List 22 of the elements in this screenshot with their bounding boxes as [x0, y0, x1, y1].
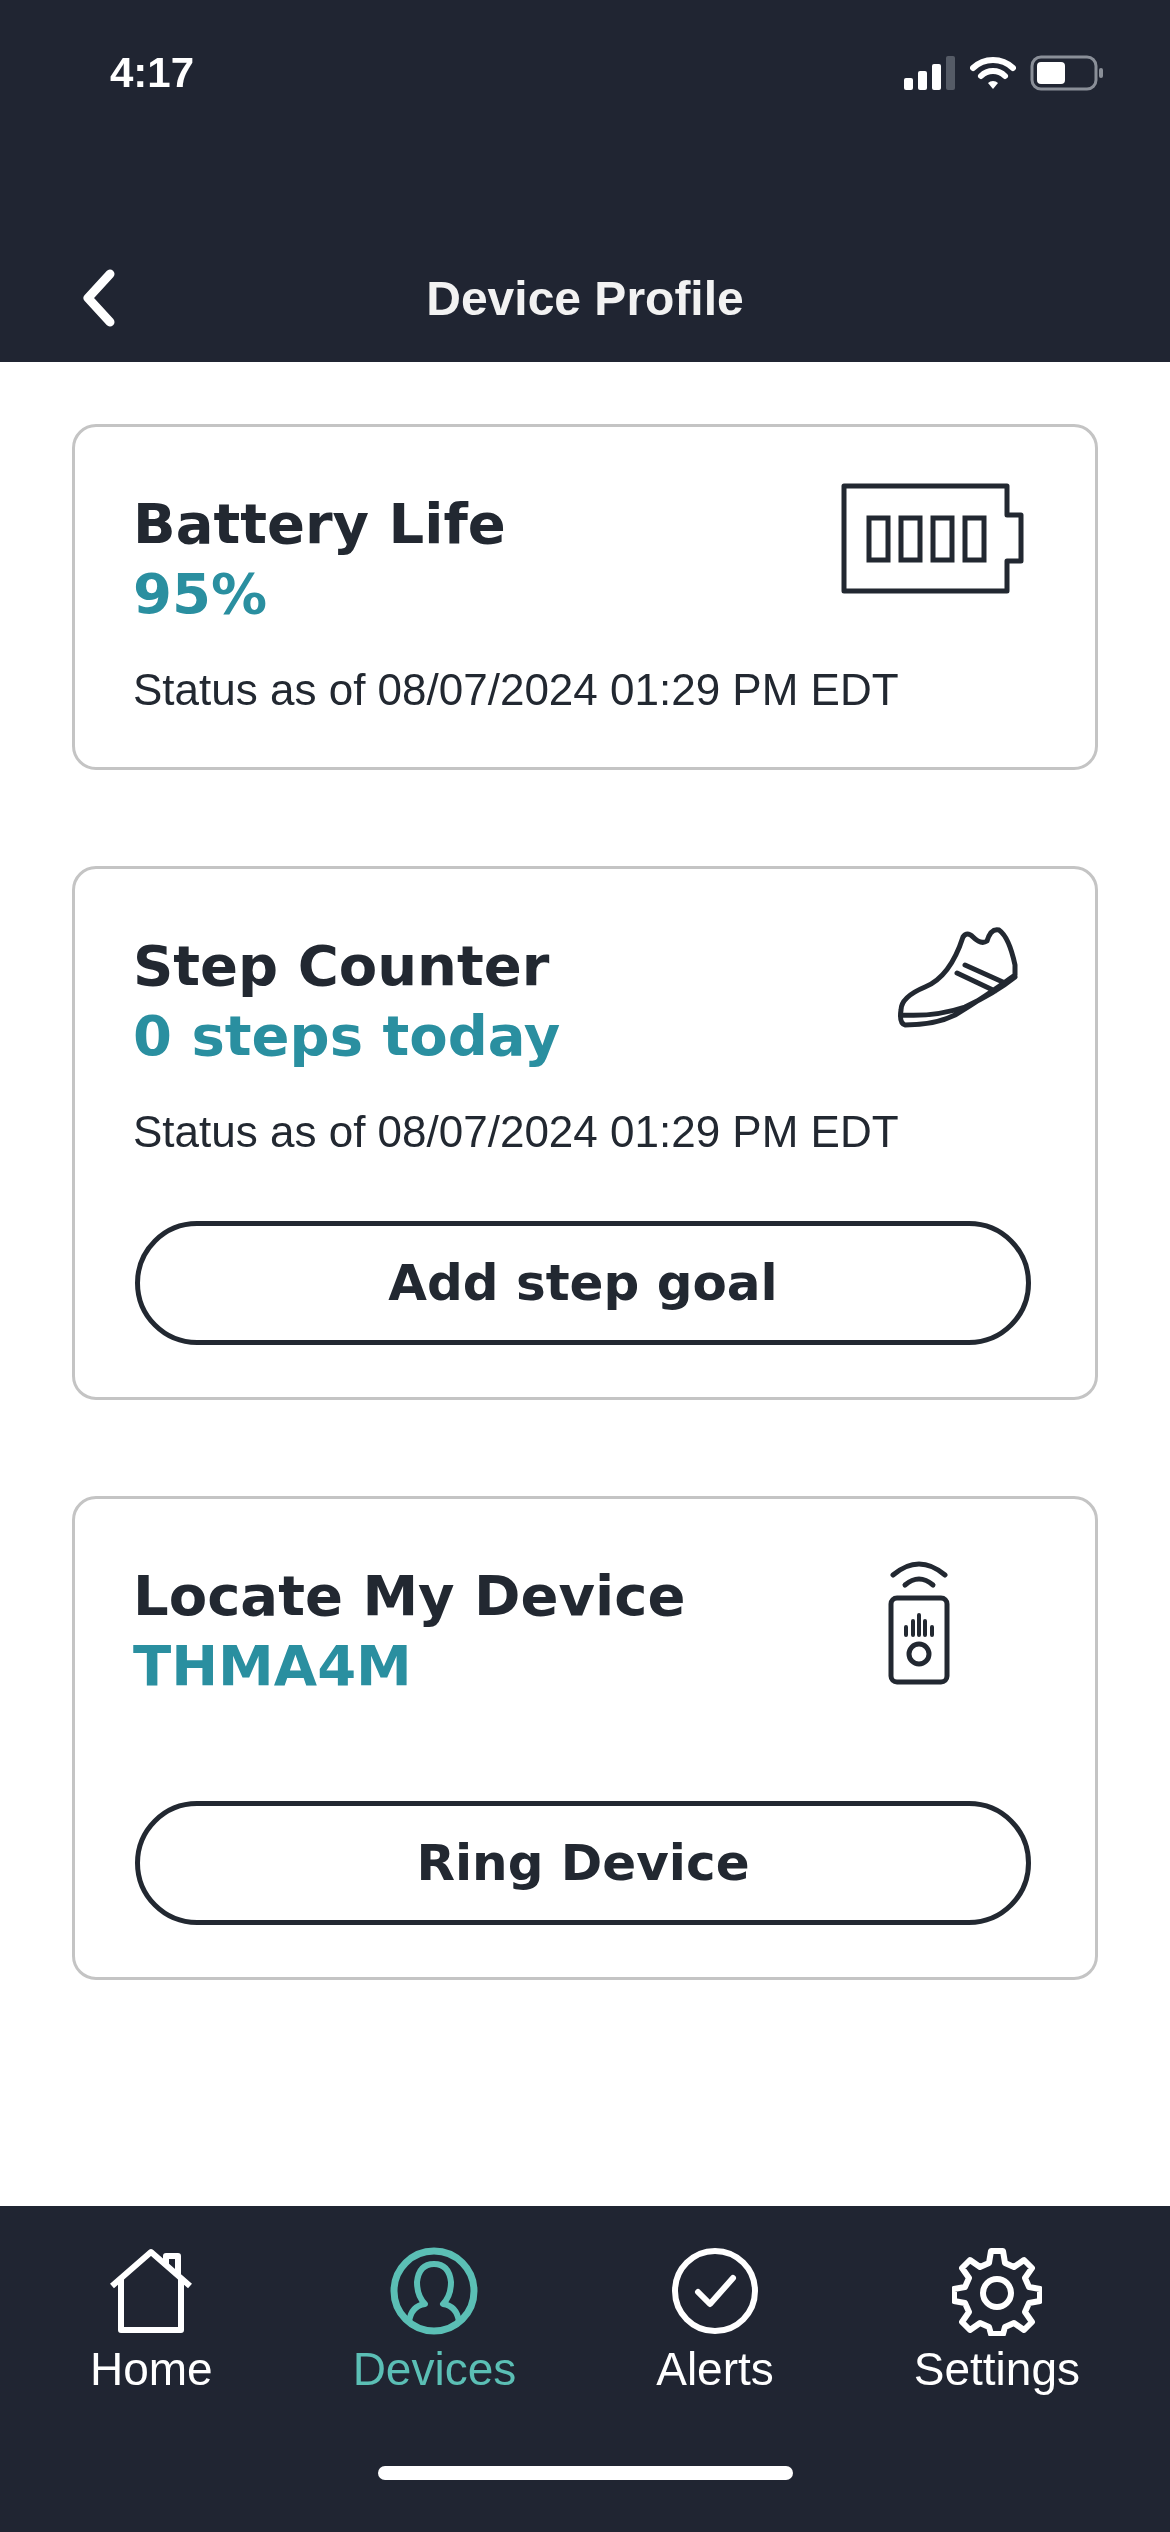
tab-item[interactable]: Settings	[913, 2246, 1080, 2396]
page-title: Device Profile	[426, 270, 744, 326]
status-time: 4:17	[110, 49, 195, 97]
card-title: Step Counter	[133, 932, 551, 1000]
card-button[interactable]: Ring Device	[135, 1801, 1031, 1925]
card-title: Locate My Device	[133, 1562, 686, 1630]
card-value: 0 steps today	[133, 1002, 561, 1070]
settings-icon	[951, 2246, 1042, 2336]
checkmark-icon	[670, 2246, 760, 2336]
wifi-icon	[970, 56, 1016, 90]
tab-item[interactable]: Alerts	[656, 2246, 774, 2396]
status-text: Status as of 08/07/2024 01:29 PM EDT	[133, 1107, 900, 1157]
card-button[interactable]: Add step goal	[135, 1221, 1031, 1345]
tab-item[interactable]: Devices	[352, 2246, 517, 2396]
status-text: Status as of 08/07/2024 01:29 PM EDT	[133, 665, 900, 715]
card-value: THMA4M	[133, 1632, 413, 1700]
card-title: Battery Life	[133, 490, 506, 558]
tab-item[interactable]: Home	[89, 2246, 213, 2396]
user-icon	[389, 2246, 480, 2336]
battery-status-icon	[1030, 55, 1104, 91]
card-value: 95%	[133, 560, 269, 628]
signal-icon	[904, 56, 956, 90]
